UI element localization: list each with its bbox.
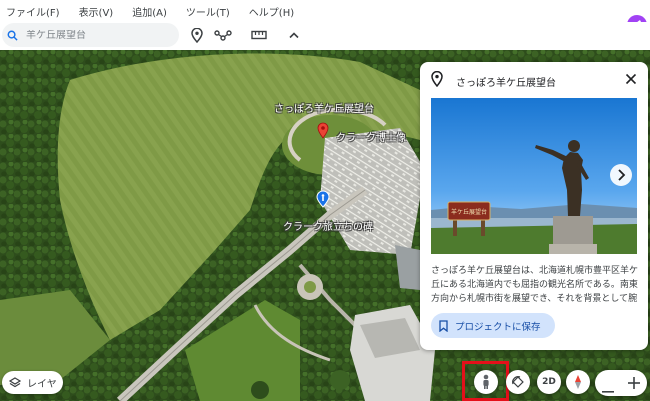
menu-bar: ファイル(F) 表示(V) 追加(A) ツール(T) ヘルプ(H) <box>0 0 650 22</box>
place-info-card: さっぽろ羊ケ丘展望台 羊ケ丘展望台 さっぽろ羊ケ丘展望台は、北海道札幌市豊平区羊… <box>420 62 648 350</box>
blue-pin-icon[interactable] <box>316 190 330 211</box>
path-icon[interactable] <box>213 25 233 45</box>
card-description: さっぽろ羊ケ丘展望台は、北海道札幌市豊平区羊ケ丘にある北海道内でも屈指の観光名所… <box>431 266 639 304</box>
menu-tools[interactable]: ツール(T) <box>186 4 230 19</box>
pegman-icon <box>483 374 489 389</box>
search-box[interactable] <box>2 23 179 47</box>
label-clark-monument[interactable]: クラーク旅立ちの碑 <box>283 218 373 233</box>
save-button-label: プロジェクトに保存 <box>455 321 541 333</box>
search-icon[interactable] <box>7 30 18 41</box>
toolbar <box>0 22 650 50</box>
red-pin-icon[interactable] <box>317 122 329 142</box>
zoom-in-icon[interactable] <box>628 377 640 392</box>
place-pin-icon <box>431 70 443 90</box>
layers-label: レイヤ <box>27 379 57 390</box>
menu-file[interactable]: ファイル(F) <box>6 4 60 19</box>
compass-button[interactable] <box>566 370 590 394</box>
rotate-icon <box>512 376 524 388</box>
place-photo[interactable]: 羊ケ丘展望台 <box>431 98 637 254</box>
close-icon[interactable] <box>625 73 637 88</box>
layers-icon <box>9 376 21 389</box>
ruler-icon[interactable] <box>249 25 269 45</box>
photo-signboard-text: 羊ケ丘展望台 <box>451 208 487 216</box>
pegman-button[interactable] <box>474 370 498 394</box>
chevron-up-icon[interactable] <box>284 25 304 45</box>
zoom-out-icon[interactable] <box>602 382 614 396</box>
label-clark-statue[interactable]: クラーク博士像 <box>336 129 406 144</box>
view-2d-button[interactable]: 2D <box>537 370 561 394</box>
menu-view[interactable]: 表示(V) <box>79 4 114 19</box>
search-input[interactable] <box>26 29 176 41</box>
compass-icon <box>575 375 581 389</box>
bookmark-icon <box>439 319 448 332</box>
rotate-view-button[interactable] <box>506 370 530 394</box>
zoom-control <box>595 370 647 396</box>
menu-help[interactable]: ヘルプ(H) <box>249 4 294 19</box>
label-observatory[interactable]: さっぽろ羊ケ丘展望台 <box>274 100 374 115</box>
layers-button[interactable]: レイヤ <box>2 371 63 394</box>
pin-icon[interactable] <box>187 25 207 45</box>
card-title: さっぽろ羊ケ丘展望台 <box>456 78 556 89</box>
save-to-project-button[interactable]: プロジェクトに保存 <box>431 313 555 338</box>
menu-add[interactable]: 追加(A) <box>132 4 167 19</box>
